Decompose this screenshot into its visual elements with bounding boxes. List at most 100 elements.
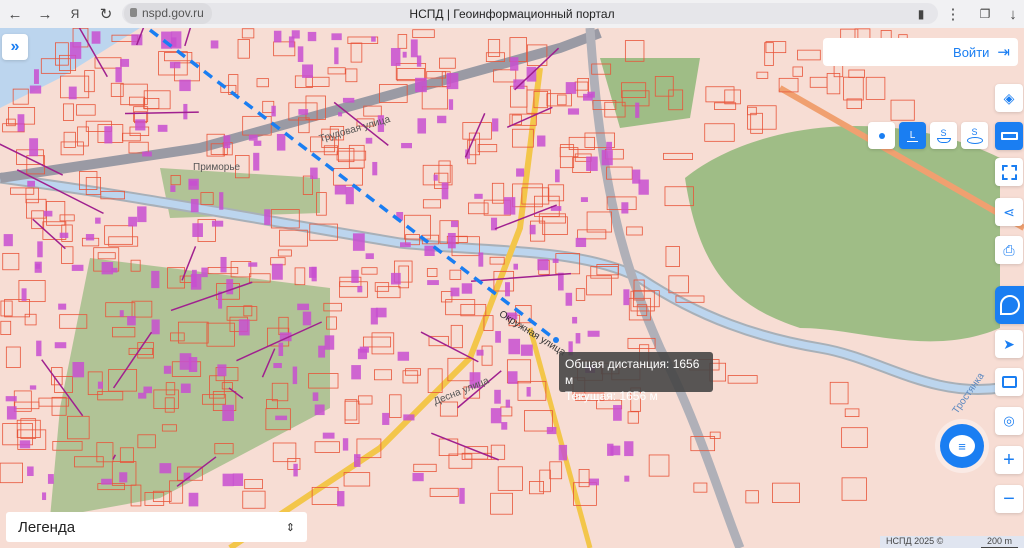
parcel — [792, 66, 803, 77]
measure-ellipse-button[interactable]: S — [961, 122, 988, 149]
building — [415, 77, 427, 93]
bookmark-icon[interactable]: ▮ — [908, 1, 934, 27]
parcel — [843, 76, 864, 101]
parcel — [272, 442, 297, 463]
share-icon: ⋖ — [1003, 203, 1015, 220]
parcel — [344, 399, 358, 421]
parcel — [438, 438, 459, 456]
reload-icon[interactable]: ↻ — [93, 1, 119, 27]
building — [33, 69, 39, 84]
extensions-icon[interactable]: ❐ — [972, 1, 998, 27]
parcel — [358, 395, 373, 405]
forest-area — [600, 58, 700, 128]
plus-icon: + — [1003, 448, 1015, 471]
building — [412, 472, 424, 482]
navigate-button[interactable]: ➤ — [995, 330, 1023, 358]
parcel — [362, 336, 392, 348]
ellipse-area-icon: S — [971, 127, 978, 137]
legend-dropdown[interactable]: Легенда ⇕ — [6, 512, 307, 542]
parcel — [549, 461, 563, 480]
building — [314, 404, 325, 416]
building — [448, 99, 454, 110]
ruler-button[interactable] — [995, 122, 1023, 150]
building — [253, 152, 260, 171]
back-icon[interactable]: ← — [2, 1, 28, 27]
parcel — [890, 99, 915, 121]
parcel — [809, 76, 828, 88]
parcel — [129, 96, 146, 106]
measure-point-button[interactable] — [868, 122, 895, 149]
building — [606, 141, 613, 150]
login-button[interactable]: Войти ⇥ — [823, 38, 1018, 66]
parcel — [668, 275, 689, 294]
parcel — [2, 252, 20, 271]
building — [192, 223, 203, 237]
map-canvas[interactable]: Трудовая улица Приморье Окружная улица Т… — [0, 28, 1024, 548]
building — [72, 362, 85, 378]
parcel — [412, 29, 435, 38]
building — [201, 267, 208, 278]
nspd-logo-button[interactable] — [995, 286, 1024, 324]
building — [492, 118, 499, 132]
login-icon: ⇥ — [997, 44, 1010, 61]
building — [297, 46, 304, 62]
parcel — [477, 144, 498, 153]
layers-button[interactable]: ◈ — [995, 84, 1023, 112]
building — [450, 287, 460, 297]
parcel — [848, 69, 865, 78]
building — [601, 150, 613, 166]
building — [115, 67, 122, 83]
building — [324, 335, 335, 350]
building — [508, 338, 521, 355]
building — [552, 258, 559, 263]
logo-icon — [999, 295, 1020, 315]
share-button[interactable]: ⋖ — [995, 198, 1023, 226]
building — [169, 61, 181, 69]
minimap-button[interactable] — [995, 368, 1023, 396]
building — [450, 220, 459, 228]
building — [586, 156, 598, 171]
building — [513, 79, 525, 90]
parcel — [750, 112, 763, 134]
expand-sidebar-button[interactable]: » — [2, 34, 28, 60]
menu-icon[interactable]: ⋮ — [940, 1, 966, 27]
building — [624, 441, 634, 457]
parcel — [500, 406, 513, 417]
building — [424, 245, 435, 256]
parcel — [63, 103, 74, 121]
search-location-button[interactable]: ◎ — [995, 407, 1023, 435]
building — [59, 232, 69, 239]
url-chip[interactable]: nspd.gov.ru — [124, 3, 212, 24]
building — [159, 463, 172, 474]
building — [357, 285, 363, 293]
download-icon[interactable]: ↓ — [1000, 1, 1024, 27]
measure-line-button[interactable]: L — [899, 122, 926, 149]
print-button[interactable]: ⎙ — [995, 236, 1023, 264]
chat-button[interactable]: ≡ — [940, 424, 984, 468]
building — [520, 344, 533, 356]
zoom-in-button[interactable]: + — [995, 446, 1023, 474]
parcel — [327, 67, 346, 75]
map-layer[interactable] — [0, 28, 1024, 548]
building — [91, 31, 101, 44]
map-attribution: НСПД 2025 © 200 m — [880, 536, 1024, 548]
zoom-out-button[interactable]: − — [995, 485, 1023, 513]
parcel — [63, 131, 76, 148]
building — [495, 331, 501, 343]
building — [345, 186, 354, 205]
measure-area-button[interactable]: S — [930, 122, 957, 149]
select-area-button[interactable] — [995, 158, 1023, 186]
building — [365, 137, 373, 144]
building — [217, 364, 227, 377]
building — [331, 33, 342, 41]
building — [273, 362, 282, 369]
forward-icon[interactable]: → — [32, 1, 58, 27]
address-bar[interactable] — [122, 3, 938, 24]
yandex-icon[interactable]: Я — [62, 1, 88, 27]
building — [558, 272, 564, 291]
parcel — [363, 105, 382, 117]
building — [589, 478, 600, 486]
building — [271, 105, 276, 117]
parcel — [256, 78, 269, 88]
building — [190, 273, 202, 290]
